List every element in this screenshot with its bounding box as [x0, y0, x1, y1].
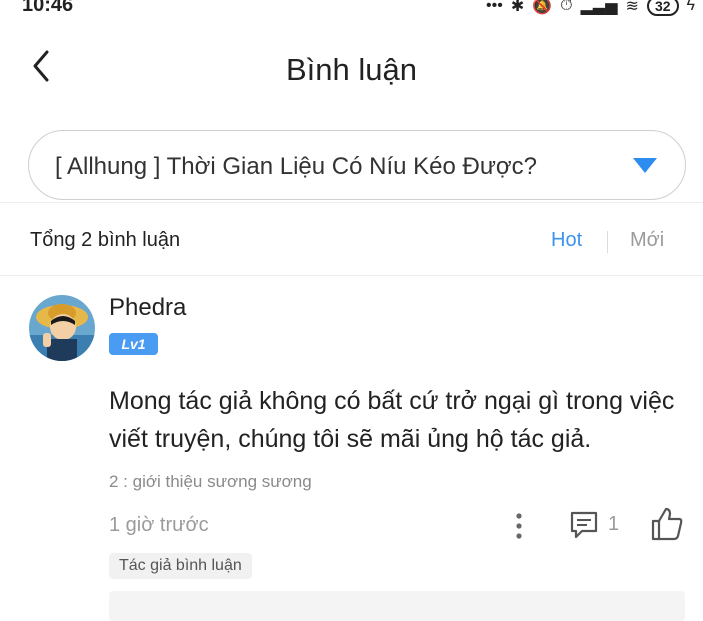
- level-badge: Lv1: [109, 333, 158, 355]
- reply-count: 1: [608, 513, 620, 535]
- more-dots-icon: •••: [486, 0, 503, 14]
- header: Bình luận: [0, 38, 703, 98]
- charging-icon: ϟ: [686, 0, 695, 14]
- wifi-icon: ≋: [625, 0, 639, 15]
- more-options-button[interactable]: [508, 511, 530, 541]
- author-comment-tag: Tác giả bình luận: [109, 553, 252, 579]
- reply-reference: 2 : giới thiệu sương sương: [109, 472, 312, 491]
- chapter-select-value: [ Allhung ] Thời Gian Liệu Có Níu Kéo Đư…: [55, 153, 538, 180]
- mute-icon: 🔕: [532, 0, 553, 15]
- avatar-image: [29, 295, 95, 361]
- page-title: Bình luận: [286, 52, 417, 87]
- status-bar: 10:46 ••• ✱ 🔕 ⏱ ▂▃▅ ≋ 32 ϟ: [0, 0, 703, 22]
- sort-hot-tab[interactable]: Hot: [551, 229, 582, 252]
- like-button[interactable]: [650, 506, 684, 542]
- alarm-icon: ⏱: [560, 0, 573, 14]
- sort-new-tab[interactable]: Mới: [630, 229, 664, 252]
- bluetooth-icon: ✱: [510, 0, 525, 15]
- comment-summary: Tổng 2 bình luận Hot Mới: [0, 203, 703, 275]
- total-comments-label: Tổng 2 bình luận: [30, 229, 181, 251]
- comment-username[interactable]: Phedra: [109, 294, 186, 322]
- thumbs-up-icon: [651, 507, 683, 541]
- battery-icon: 32: [646, 0, 679, 16]
- status-icons: ••• ✱ 🔕 ⏱ ▂▃▅ ≋ 32 ϟ: [486, 0, 695, 16]
- chapter-select[interactable]: [ Allhung ] Thời Gian Liệu Có Níu Kéo Đư…: [28, 130, 686, 200]
- comment-icon: [570, 511, 598, 539]
- signal-icon: ▂▃▅: [580, 0, 618, 15]
- sort-separator: [607, 231, 608, 253]
- avatar[interactable]: [29, 295, 95, 361]
- comment-time: 1 giờ trước: [109, 514, 209, 536]
- dropdown-caret-icon: [633, 158, 657, 173]
- reply-preview-box[interactable]: [109, 591, 685, 621]
- divider: [0, 275, 703, 276]
- reply-button[interactable]: 1: [568, 509, 626, 541]
- more-vertical-icon: [516, 513, 522, 539]
- comment-text: Mong tác giả không có bất cứ trở ngại gì…: [109, 387, 675, 453]
- status-time: 10:46: [22, 0, 74, 16]
